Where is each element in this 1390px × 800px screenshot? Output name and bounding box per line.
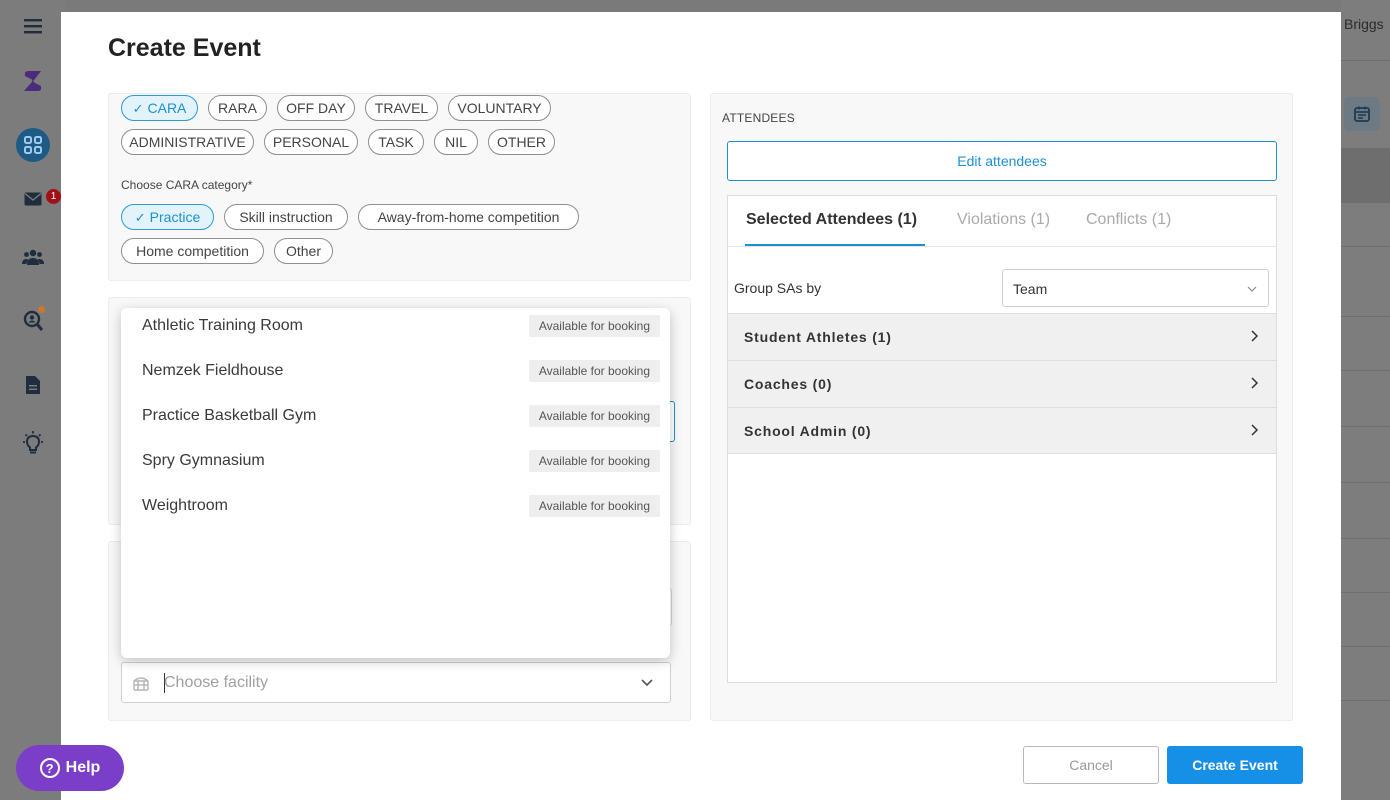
chip-off-day[interactable]: OFF DAY bbox=[277, 95, 355, 121]
tab-conflicts[interactable]: Conflicts (1) bbox=[1086, 211, 1171, 229]
chip-administrative[interactable]: ADMINISTRATIVE bbox=[121, 129, 254, 155]
group-title: Coaches (0) bbox=[744, 376, 833, 392]
background-header-strip bbox=[1341, 148, 1390, 202]
attendees-label: ATTENDEES bbox=[722, 111, 795, 125]
group-school-admin[interactable]: School Admin (0) bbox=[728, 407, 1276, 454]
group-title: Student Athletes (1) bbox=[744, 329, 892, 345]
chip-nil[interactable]: NIL bbox=[434, 129, 478, 155]
tab-violations[interactable]: Violations (1) bbox=[957, 211, 1050, 229]
check-icon: ✓ bbox=[134, 209, 146, 225]
background-divider bbox=[1341, 538, 1390, 539]
chip-cara[interactable]: ✓ CARA bbox=[121, 95, 198, 121]
availability-badge: Available for booking bbox=[528, 494, 660, 517]
chevron-right-icon bbox=[1250, 329, 1260, 348]
team-icon[interactable] bbox=[16, 240, 50, 274]
help-icon: ? bbox=[39, 758, 60, 778]
chip-practice[interactable]: ✓ Practice bbox=[121, 204, 214, 230]
chip-rara[interactable]: RARA bbox=[208, 95, 267, 121]
document-icon[interactable] bbox=[16, 368, 50, 402]
logo-icon bbox=[16, 64, 50, 98]
availability-badge: Available for booking bbox=[528, 314, 660, 337]
create-event-button[interactable]: Create Event bbox=[1167, 746, 1303, 784]
chip-category-other[interactable]: Other bbox=[274, 238, 333, 264]
group-student-athletes[interactable]: Student Athletes (1) bbox=[728, 313, 1276, 360]
group-by-label: Group SAs by bbox=[734, 280, 822, 296]
modal-title: Create Event bbox=[108, 34, 261, 62]
help-button[interactable]: ? Help bbox=[16, 745, 124, 791]
background-divider bbox=[1341, 316, 1390, 317]
background-divider bbox=[1341, 700, 1390, 701]
chip-away-from-home-competition[interactable]: Away-from-home competition bbox=[358, 204, 579, 230]
background-divider bbox=[1341, 60, 1390, 61]
facility-icon bbox=[132, 674, 150, 697]
facility-select[interactable]: Choose facility bbox=[121, 662, 671, 703]
tabs-divider bbox=[728, 246, 1276, 247]
chip-skill-instruction[interactable]: Skill instruction bbox=[224, 204, 348, 230]
facility-option[interactable]: Athletic Training Room Available for boo… bbox=[121, 308, 670, 348]
availability-badge: Available for booking bbox=[528, 449, 660, 472]
mail-icon[interactable] bbox=[16, 182, 50, 216]
facility-option-name: Nemzek Fieldhouse bbox=[142, 361, 284, 379]
group-title: School Admin (0) bbox=[744, 422, 872, 439]
menu-icon[interactable] bbox=[16, 9, 50, 43]
chip-voluntary[interactable]: VOLUNTARY bbox=[448, 95, 551, 121]
dashboard-icon[interactable] bbox=[16, 128, 50, 162]
background-divider bbox=[1341, 370, 1390, 371]
facility-option-name: Weightroom bbox=[142, 496, 228, 514]
facility-option-name: Athletic Training Room bbox=[142, 316, 303, 334]
cancel-button[interactable]: Cancel bbox=[1023, 746, 1159, 784]
facility-option[interactable]: Spry Gymnasium Available for booking bbox=[121, 438, 670, 483]
facility-option[interactable]: Practice Basketball Gym Available for bo… bbox=[121, 393, 670, 438]
create-event-modal: Create Event ✓ CARA RARA OFF DAY TRAVEL V… bbox=[61, 12, 1341, 800]
chevron-down-icon bbox=[1246, 282, 1258, 300]
facility-dropdown: Athletic Training Room Available for boo… bbox=[121, 308, 670, 658]
attendees-box: Selected Attendees (1) Violations (1) Co… bbox=[727, 195, 1277, 683]
chevron-right-icon bbox=[1250, 376, 1260, 395]
availability-badge: Available for booking bbox=[528, 404, 660, 427]
event-type-panel: ✓ CARA RARA OFF DAY TRAVEL VOLUNTARY ADMI… bbox=[108, 93, 691, 281]
chip-other[interactable]: OTHER bbox=[488, 129, 555, 155]
background-divider bbox=[1341, 426, 1390, 427]
check-icon: ✓ bbox=[132, 100, 144, 116]
cara-category-label: Choose CARA category* bbox=[121, 178, 253, 192]
facility-option[interactable]: Weightroom Available for booking bbox=[121, 483, 670, 528]
chevron-down-icon bbox=[640, 676, 654, 695]
mail-badge: 1 bbox=[46, 189, 61, 204]
background-divider bbox=[1341, 246, 1390, 247]
app-sidebar: 1 bbox=[0, 0, 66, 800]
user-name: Briggs bbox=[1344, 16, 1384, 32]
help-label: Help bbox=[65, 759, 101, 776]
background-divider bbox=[1341, 482, 1390, 483]
group-by-select[interactable]: Team bbox=[1002, 269, 1269, 307]
availability-badge: Available for booking bbox=[528, 359, 660, 382]
facility-option-name: Spry Gymnasium bbox=[142, 451, 265, 469]
facility-option[interactable]: Nemzek Fieldhouse Available for booking bbox=[121, 348, 670, 393]
facility-placeholder: Choose facility bbox=[164, 674, 269, 691]
chip-travel[interactable]: TRAVEL bbox=[365, 95, 438, 121]
tab-selected-attendees[interactable]: Selected Attendees (1) bbox=[746, 211, 917, 229]
notification-dot bbox=[38, 306, 45, 313]
lightbulb-icon[interactable] bbox=[16, 426, 50, 460]
chip-home-competition[interactable]: Home competition bbox=[121, 238, 264, 264]
group-by-value: Team bbox=[1013, 281, 1048, 297]
chip-task[interactable]: TASK bbox=[368, 129, 424, 155]
background-divider bbox=[1341, 202, 1390, 203]
edit-attendees-button[interactable]: Edit attendees bbox=[727, 141, 1277, 181]
group-coaches[interactable]: Coaches (0) bbox=[728, 360, 1276, 407]
chevron-right-icon bbox=[1250, 423, 1260, 442]
facility-option-name: Practice Basketball Gym bbox=[142, 406, 317, 424]
calendar-icon bbox=[1344, 97, 1380, 131]
background-divider bbox=[1341, 592, 1390, 593]
background-divider bbox=[1341, 646, 1390, 647]
chip-personal[interactable]: PERSONAL bbox=[264, 129, 358, 155]
